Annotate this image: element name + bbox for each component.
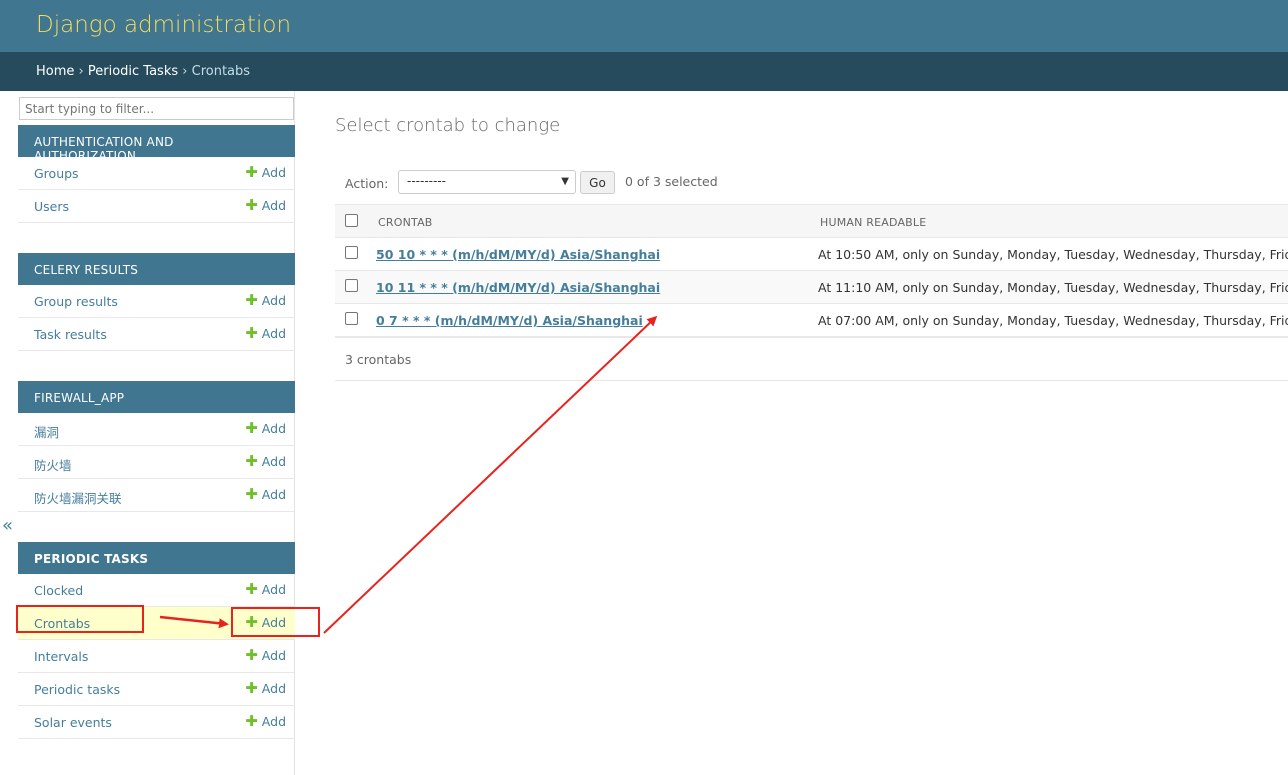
sidebar-item-task-results[interactable]: Task results ✚ Add (18, 318, 295, 351)
sidebar-item-label[interactable]: Solar events (34, 715, 112, 730)
plus-icon: ✚ (245, 485, 258, 503)
sidebar-item-firewall[interactable]: 防火墙 ✚ Add (18, 446, 295, 479)
sidebar-item-label[interactable]: 防火墙 (34, 458, 72, 473)
selected-count: 0 of 3 selected (625, 174, 718, 189)
plus-icon: ✚ (245, 419, 258, 437)
add-firewall-button[interactable]: ✚ Add (245, 452, 286, 470)
add-intervals-button[interactable]: ✚ Add (245, 646, 286, 664)
plus-icon: ✚ (245, 679, 258, 697)
sidebar-item-vulnerability[interactable]: 漏洞 ✚ Add (18, 413, 295, 446)
annotation-box-add (231, 607, 320, 637)
sidebar-item-label[interactable]: Periodic tasks (34, 682, 120, 697)
human-readable-cell: At 10:50 AM, only on Sunday, Monday, Tue… (818, 247, 1288, 262)
human-readable-cell: At 11:10 AM, only on Sunday, Monday, Tue… (818, 280, 1288, 295)
result-list-table: CRONTAB HUMAN READABLE 50 10 * * * (m/h/… (335, 204, 1288, 337)
sidebar-item-label[interactable]: Users (34, 199, 69, 214)
plus-icon: ✚ (245, 452, 258, 470)
sidebar-item-solar-events[interactable]: Solar events ✚ Add (18, 706, 295, 739)
go-button[interactable]: Go (580, 171, 615, 194)
module-firewall-app: FIREWALL_APP 漏洞 ✚ Add 防火墙 ✚ Add 防火墙漏洞关联 ✚ A… (18, 381, 295, 512)
site-name-link[interactable]: Django administration (36, 12, 291, 38)
breadcrumb-separator: › (182, 64, 188, 79)
sidebar-item-label[interactable]: 漏洞 (34, 425, 59, 440)
sidebar-item-clocked[interactable]: Clocked ✚ Add (18, 574, 295, 607)
add-firewall-vuln-link-button[interactable]: ✚ Add (245, 485, 286, 503)
module-celery-results: CELERY RESULTS Group results ✚ Add Task r… (18, 253, 295, 351)
plus-icon: ✚ (245, 196, 258, 214)
sidebar-item-label[interactable]: Groups (34, 166, 79, 181)
breadcrumb-periodic-tasks[interactable]: Periodic Tasks (88, 64, 178, 79)
breadcrumb-home[interactable]: Home (36, 64, 74, 79)
table-row: 50 10 * * * (m/h/dM/MY/d) Asia/Shanghai … (335, 238, 1288, 271)
add-task-results-button[interactable]: ✚ Add (245, 324, 286, 342)
sidebar-item-label[interactable]: Task results (34, 327, 107, 342)
chevron-down-icon: ▼ (561, 176, 569, 187)
row-checkbox[interactable] (345, 246, 358, 259)
sidebar-item-intervals[interactable]: Intervals ✚ Add (18, 640, 295, 673)
action-select[interactable]: --------- ▼ (398, 170, 576, 194)
plus-icon: ✚ (245, 291, 258, 309)
sidebar-item-users[interactable]: Users ✚ Add (18, 190, 295, 223)
actions-bar: Action: --------- ▼ Go 0 of 3 selected (335, 170, 1288, 200)
sidebar-item-label[interactable]: Group results (34, 294, 118, 309)
column-header-human-readable: HUMAN READABLE (820, 216, 927, 229)
sidebar-item-label[interactable]: Intervals (34, 649, 88, 664)
sidebar-item-group-results[interactable]: Group results ✚ Add (18, 285, 295, 318)
sidebar-item-periodic-tasks[interactable]: Periodic tasks ✚ Add (18, 673, 295, 706)
plus-icon: ✚ (245, 646, 258, 664)
add-groups-button[interactable]: ✚ Add (245, 163, 286, 181)
module-caption[interactable]: AUTHENTICATION AND AUTHORIZATION (18, 125, 295, 163)
breadcrumb-current: Crontabs (191, 64, 251, 79)
page-title: Select crontab to change (335, 115, 561, 136)
crontab-link[interactable]: 0 7 * * * (m/h/dM/MY/d) Asia/Shanghai (376, 313, 643, 328)
add-solar-events-button[interactable]: ✚ Add (245, 712, 286, 730)
crontab-link[interactable]: 10 11 * * * (m/h/dM/MY/d) Asia/Shanghai (376, 280, 660, 295)
plus-icon: ✚ (245, 580, 258, 598)
module-auth: AUTHENTICATION AND AUTHORIZATION Groups … (18, 125, 295, 223)
module-caption[interactable]: CELERY RESULTS (18, 253, 295, 285)
module-periodic-tasks: PERIODIC TASKS Clocked ✚ Add Crontabs ✚ Ad… (18, 542, 295, 739)
sidebar-item-groups[interactable]: Groups ✚ Add (18, 157, 295, 190)
human-readable-cell: At 07:00 AM, only on Sunday, Monday, Tue… (818, 313, 1288, 328)
table-row: 0 7 * * * (m/h/dM/MY/d) Asia/Shanghai At… (335, 304, 1288, 337)
sidebar-item-label[interactable]: 防火墙漏洞关联 (34, 491, 122, 506)
row-checkbox[interactable] (345, 279, 358, 292)
action-selected-value: --------- (407, 174, 446, 188)
add-vulnerability-button[interactable]: ✚ Add (245, 419, 286, 437)
nav-sidebar: AUTHENTICATION AND AUTHORIZATION Groups … (18, 91, 295, 775)
sidebar-item-firewall-vuln-link[interactable]: 防火墙漏洞关联 ✚ Add (18, 479, 295, 512)
action-label: Action: (345, 176, 389, 191)
row-checkbox[interactable] (345, 312, 358, 325)
table-row: 10 11 * * * (m/h/dM/MY/d) Asia/Shanghai … (335, 271, 1288, 304)
plus-icon: ✚ (245, 163, 258, 181)
breadcrumb-separator: › (78, 64, 84, 79)
crontab-link[interactable]: 50 10 * * * (m/h/dM/MY/d) Asia/Shanghai (376, 247, 660, 262)
site-header: Django administration (0, 0, 1288, 52)
annotation-box-crontabs (16, 605, 144, 633)
paginator: 3 crontabs (335, 337, 1288, 381)
plus-icon: ✚ (245, 324, 258, 342)
toggle-sidebar-button[interactable]: « (2, 515, 13, 536)
add-group-results-button[interactable]: ✚ Add (245, 291, 286, 309)
module-caption[interactable]: PERIODIC TASKS (18, 542, 295, 574)
add-periodic-tasks-button[interactable]: ✚ Add (245, 679, 286, 697)
add-users-button[interactable]: ✚ Add (245, 196, 286, 214)
module-caption[interactable]: FIREWALL_APP (18, 381, 295, 413)
plus-icon: ✚ (245, 712, 258, 730)
sidebar-item-label[interactable]: Clocked (34, 583, 83, 598)
nav-filter-input[interactable] (19, 97, 294, 120)
add-clocked-button[interactable]: ✚ Add (245, 580, 286, 598)
select-all-checkbox[interactable] (345, 214, 358, 227)
column-header-crontab[interactable]: CRONTAB (378, 216, 433, 229)
table-header: CRONTAB HUMAN READABLE (335, 204, 1288, 238)
breadcrumb: Home › Periodic Tasks › Crontabs (0, 52, 1288, 91)
